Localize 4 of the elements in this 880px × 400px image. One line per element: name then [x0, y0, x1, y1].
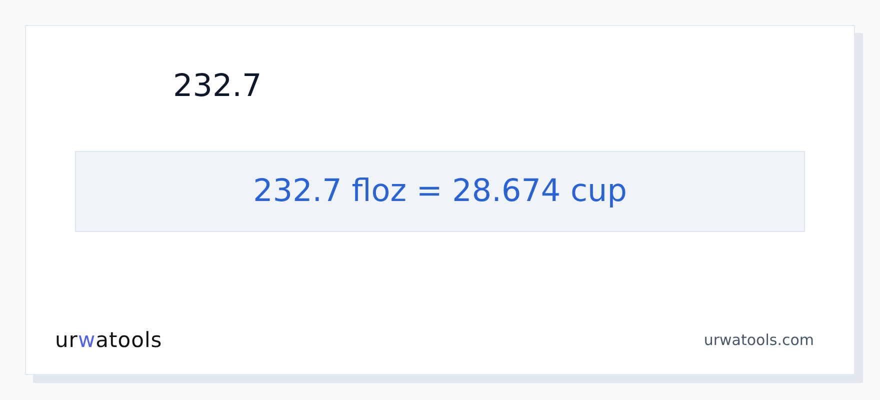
- logo: urwatools: [55, 326, 162, 354]
- conversion-result: 232.7 floz = 28.674 cup: [253, 172, 627, 212]
- site-url: urwatools.com: [704, 330, 814, 351]
- input-value: 232.7: [173, 68, 262, 104]
